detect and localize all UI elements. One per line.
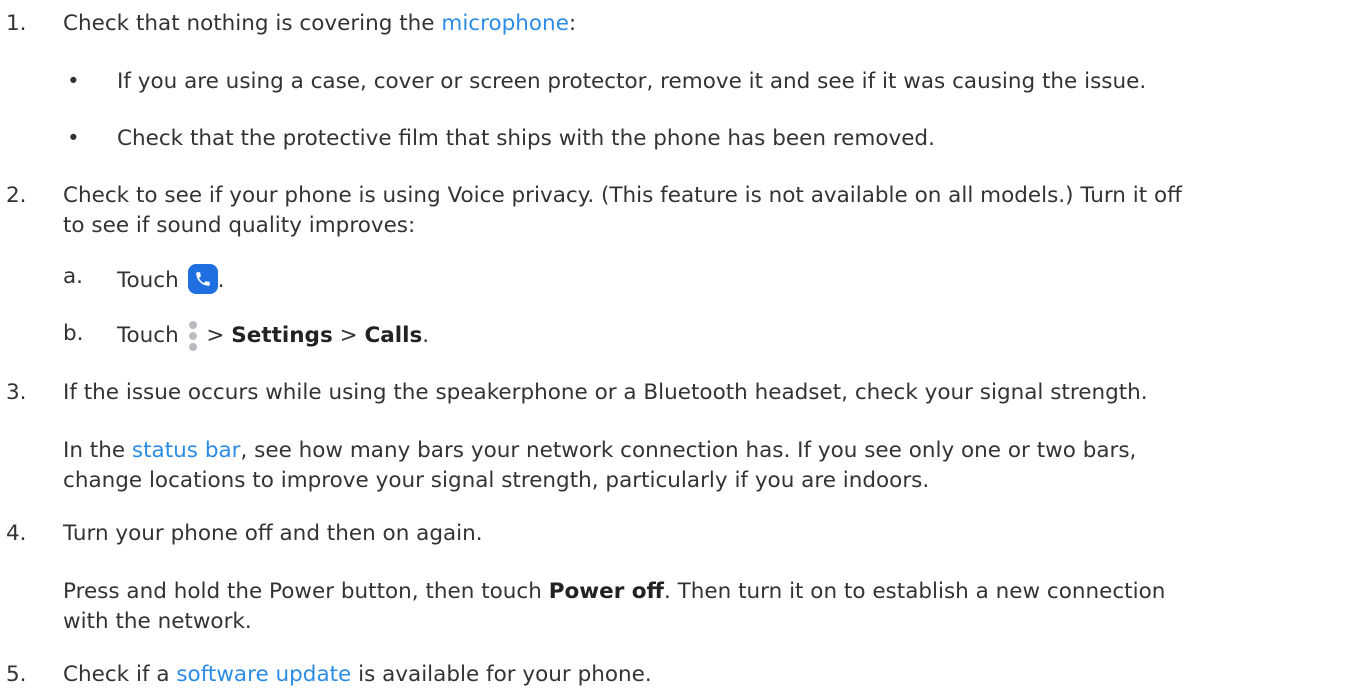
step-detail-text: change locations to improve your signal … bbox=[63, 468, 930, 494]
phone-icon[interactable] bbox=[187, 264, 218, 294]
sub-step-b: b. Touch > Settings > Calls. bbox=[63, 321, 1370, 351]
sub-step-letter: a. bbox=[63, 264, 84, 289]
bullet-icon: • bbox=[67, 126, 80, 151]
step-3: 3. If the issue occurs while using the s… bbox=[0, 378, 1370, 408]
step-text: Check that nothing is covering the micro… bbox=[63, 11, 577, 36]
step-text: If the issue occurs while using the spea… bbox=[63, 380, 1148, 405]
sub-step-a: a. Touch . bbox=[63, 264, 225, 294]
more-vert-icon[interactable] bbox=[188, 321, 198, 351]
bullet-item: • Check that the protective film that sh… bbox=[63, 124, 1370, 154]
software-update-link[interactable]: software update bbox=[176, 662, 351, 687]
step-text: Turn your phone off and then on again. bbox=[63, 521, 483, 546]
settings-label: Settings bbox=[231, 323, 333, 348]
step-1: 1. Check that nothing is covering the mi… bbox=[0, 9, 1370, 39]
sub-step-text: Touch bbox=[117, 268, 179, 293]
power-off-label: Power off bbox=[548, 579, 664, 604]
bullet-text: Check that the protective film that ship… bbox=[117, 126, 935, 151]
step-number: 1. bbox=[6, 11, 27, 36]
sub-step-letter: b. bbox=[63, 321, 84, 346]
step-detail-text: In the status bar, see how many bars you… bbox=[63, 438, 1137, 463]
step-2: 2. Check to see if your phone is using V… bbox=[0, 181, 1370, 241]
microphone-link[interactable]: microphone bbox=[441, 11, 569, 36]
bullet-icon: • bbox=[67, 69, 80, 94]
step-text: Check to see if your phone is using Voic… bbox=[63, 183, 1182, 208]
step-number: 5. bbox=[6, 662, 27, 687]
step-number: 2. bbox=[6, 183, 27, 208]
bullet-item: • If you are using a case, cover or scre… bbox=[63, 67, 1370, 97]
step-4-detail: Press and hold the Power button, then to… bbox=[0, 577, 1370, 637]
calls-label: Calls bbox=[364, 323, 423, 348]
step-4: 4. Turn your phone off and then on again… bbox=[0, 519, 1370, 549]
step-number: 4. bbox=[6, 521, 27, 546]
sub-step-text: Touch bbox=[117, 323, 179, 348]
step-detail-text: Press and hold the Power button, then to… bbox=[63, 579, 1166, 604]
bullet-text: If you are using a case, cover or screen… bbox=[117, 69, 1147, 94]
step-detail-text: with the network. bbox=[63, 609, 252, 635]
step-text: to see if sound quality improves: bbox=[63, 213, 416, 239]
step-3-detail: In the status bar, see how many bars you… bbox=[0, 436, 1370, 496]
step-number: 3. bbox=[6, 380, 27, 405]
step-5: 5. Check if a software update is availab… bbox=[0, 660, 1370, 690]
step-text: Check if a software update is available … bbox=[63, 662, 652, 687]
status-bar-link[interactable]: status bar bbox=[132, 438, 241, 463]
